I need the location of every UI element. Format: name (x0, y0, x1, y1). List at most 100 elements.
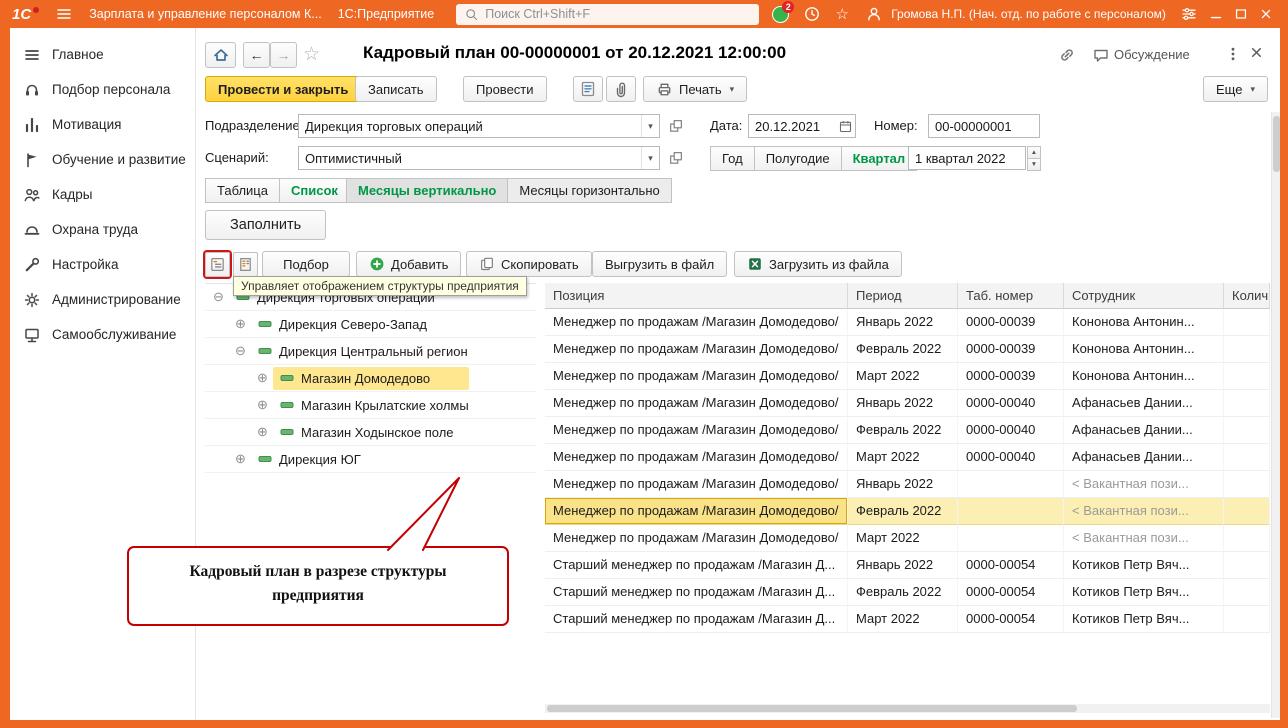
cell-tab-number[interactable]: 0000-00039 (958, 309, 1064, 336)
cell-period[interactable]: Январь 2022 (848, 552, 958, 579)
structure-view-toggle-icon[interactable] (205, 252, 230, 277)
expand-icon[interactable]: ⊕ (255, 424, 270, 440)
cell-period[interactable]: Март 2022 (848, 606, 958, 633)
sidebar-item-glavnoe[interactable]: Главное (10, 37, 195, 72)
scenario-input[interactable]: Оптимистичный ▾ (298, 146, 660, 170)
post-and-close-button[interactable]: Провести и закрыть (205, 76, 362, 102)
tree-item[interactable]: ⊕ Магазин Ходынское поле (205, 419, 536, 446)
more-button[interactable]: Еще ▾ (1203, 76, 1268, 102)
view-mode-button-1[interactable]: Список (278, 178, 350, 203)
import-from-file-button[interactable]: Загрузить из файла (734, 251, 902, 277)
table-row[interactable]: Менеджер по продажам /Магазин Домодедово… (545, 417, 1270, 444)
favorite-star-icon[interactable]: ☆ (303, 43, 320, 66)
tree-item[interactable]: ⊕ Дирекция ЮГ (205, 446, 536, 473)
table-row[interactable]: Менеджер по продажам /Магазин Домодедово… (545, 498, 1270, 525)
cell-position[interactable]: Менеджер по продажам /Магазин Домодедово… (545, 525, 848, 552)
notifications-button[interactable]: 2 (769, 1, 795, 25)
cell-count[interactable] (1224, 498, 1270, 525)
cell-tab-number[interactable]: 0000-00039 (958, 336, 1064, 363)
column-header-tab-number[interactable]: Таб. номер (958, 283, 1064, 309)
discussion-label[interactable]: Обсуждение (1114, 47, 1190, 62)
cell-count[interactable] (1224, 579, 1270, 606)
maximize-icon[interactable] (1228, 2, 1253, 26)
cell-count[interactable] (1224, 363, 1270, 390)
get-link-icon[interactable] (1058, 46, 1076, 69)
sidebar-item-podbor-personala[interactable]: Подбор персонала (10, 72, 195, 107)
save-button[interactable]: Записать (355, 76, 437, 102)
close-form-icon[interactable] (1248, 44, 1265, 66)
cell-position[interactable]: Менеджер по продажам /Магазин Домодедово… (545, 471, 848, 498)
table-row[interactable]: Менеджер по продажам /Магазин Домодедово… (545, 471, 1270, 498)
add-button[interactable]: Добавить (356, 251, 462, 277)
attachments-icon[interactable] (606, 76, 636, 102)
cell-employee[interactable]: Котиков Петр Вяч... (1064, 579, 1224, 606)
column-header-position[interactable]: Позиция (545, 283, 848, 309)
cell-position[interactable]: Менеджер по продажам /Магазин Домодедово… (545, 417, 848, 444)
close-window-icon[interactable] (1253, 2, 1278, 26)
cell-count[interactable] (1224, 444, 1270, 471)
table-row[interactable]: Старший менеджер по продажам /Магазин Д.… (545, 606, 1270, 633)
expand-icon[interactable]: ⊕ (233, 316, 248, 332)
table-row[interactable]: Старший менеджер по продажам /Магазин Д.… (545, 552, 1270, 579)
cell-employee[interactable]: < Вакантная пози... (1064, 525, 1224, 552)
cell-tab-number[interactable] (958, 471, 1064, 498)
cell-count[interactable] (1224, 471, 1270, 498)
cell-period[interactable]: Февраль 2022 (848, 498, 958, 525)
cell-position[interactable]: Менеджер по продажам /Магазин Домодедово… (545, 498, 848, 525)
cell-period[interactable]: Январь 2022 (848, 309, 958, 336)
cell-period[interactable]: Январь 2022 (848, 390, 958, 417)
period-scale-button-2[interactable]: Квартал (840, 146, 918, 171)
table-row[interactable]: Менеджер по продажам /Магазин Домодедово… (545, 525, 1270, 552)
main-menu-icon[interactable] (53, 3, 75, 25)
discussion-icon[interactable] (1092, 46, 1110, 69)
cell-tab-number[interactable]: 0000-00040 (958, 444, 1064, 471)
home-button[interactable] (205, 42, 236, 68)
cell-tab-number[interactable] (958, 498, 1064, 525)
sidebar-item-samoobsluzhivanie[interactable]: Самообслуживание (10, 317, 195, 352)
org-structure-icon[interactable] (233, 252, 258, 277)
cell-employee[interactable]: < Вакантная пози... (1064, 471, 1224, 498)
service-settings-icon[interactable] (1178, 3, 1200, 25)
horizontal-scrollbar-thumb[interactable] (547, 705, 1077, 712)
expand-icon[interactable]: ⊕ (233, 451, 248, 467)
forward-button[interactable]: → (270, 42, 297, 68)
expand-icon[interactable]: ⊕ (255, 370, 270, 386)
cell-tab-number[interactable]: 0000-00040 (958, 390, 1064, 417)
cell-employee[interactable]: Котиков Петр Вяч... (1064, 552, 1224, 579)
minimize-icon[interactable] (1203, 2, 1228, 26)
cell-tab-number[interactable]: 0000-00054 (958, 552, 1064, 579)
collapse-icon[interactable]: ⊖ (211, 289, 226, 305)
column-header-employee[interactable]: Сотрудник (1064, 283, 1224, 309)
collapse-icon[interactable]: ⊖ (233, 343, 248, 359)
sidebar-item-administrirovanie[interactable]: Администрирование (10, 282, 195, 317)
cell-period[interactable]: Март 2022 (848, 444, 958, 471)
number-input[interactable]: 00-00000001 (928, 114, 1040, 138)
cell-tab-number[interactable]: 0000-00040 (958, 417, 1064, 444)
favorites-icon[interactable]: ☆ (831, 3, 853, 25)
view-mode-button-0[interactable]: Таблица (205, 178, 280, 203)
spin-down-icon[interactable]: ▼ (1027, 158, 1041, 171)
sidebar-item-obuchenie[interactable]: Обучение и развитие (10, 142, 195, 177)
period-scale-button-1[interactable]: Полугодие (753, 146, 842, 171)
cell-count[interactable] (1224, 525, 1270, 552)
combo-arrow-icon[interactable]: ▾ (641, 147, 659, 169)
kebab-menu-icon[interactable] (1224, 45, 1242, 68)
expand-icon[interactable]: ⊕ (255, 397, 270, 413)
horizontal-scrollbar[interactable] (545, 704, 1270, 713)
export-to-file-button[interactable]: Выгрузить в файл (592, 251, 728, 277)
copy-button[interactable]: Скопировать (466, 251, 592, 277)
cell-employee[interactable]: Афанасьев Дании... (1064, 390, 1224, 417)
cell-period[interactable]: Февраль 2022 (848, 579, 958, 606)
tree-item[interactable]: ⊕ Магазин Крылатские холмы (205, 392, 536, 419)
department-input[interactable]: Дирекция торговых операций ▾ (298, 114, 660, 138)
cell-position[interactable]: Старший менеджер по продажам /Магазин Д.… (545, 552, 848, 579)
cell-position[interactable]: Менеджер по продажам /Магазин Домодедово… (545, 336, 848, 363)
cell-count[interactable] (1224, 417, 1270, 444)
pick-button[interactable]: Подбор (262, 251, 350, 277)
cell-period[interactable]: Январь 2022 (848, 471, 958, 498)
sidebar-item-motivaciya[interactable]: Мотивация (10, 107, 195, 142)
cell-position[interactable]: Менеджер по продажам /Магазин Домодедово… (545, 363, 848, 390)
combo-arrow-icon[interactable]: ▾ (641, 115, 659, 137)
cell-employee[interactable]: Кононова Антонин... (1064, 309, 1224, 336)
current-user[interactable]: Громова Н.П. (Нач. отд. по работе с перс… (891, 7, 1166, 21)
